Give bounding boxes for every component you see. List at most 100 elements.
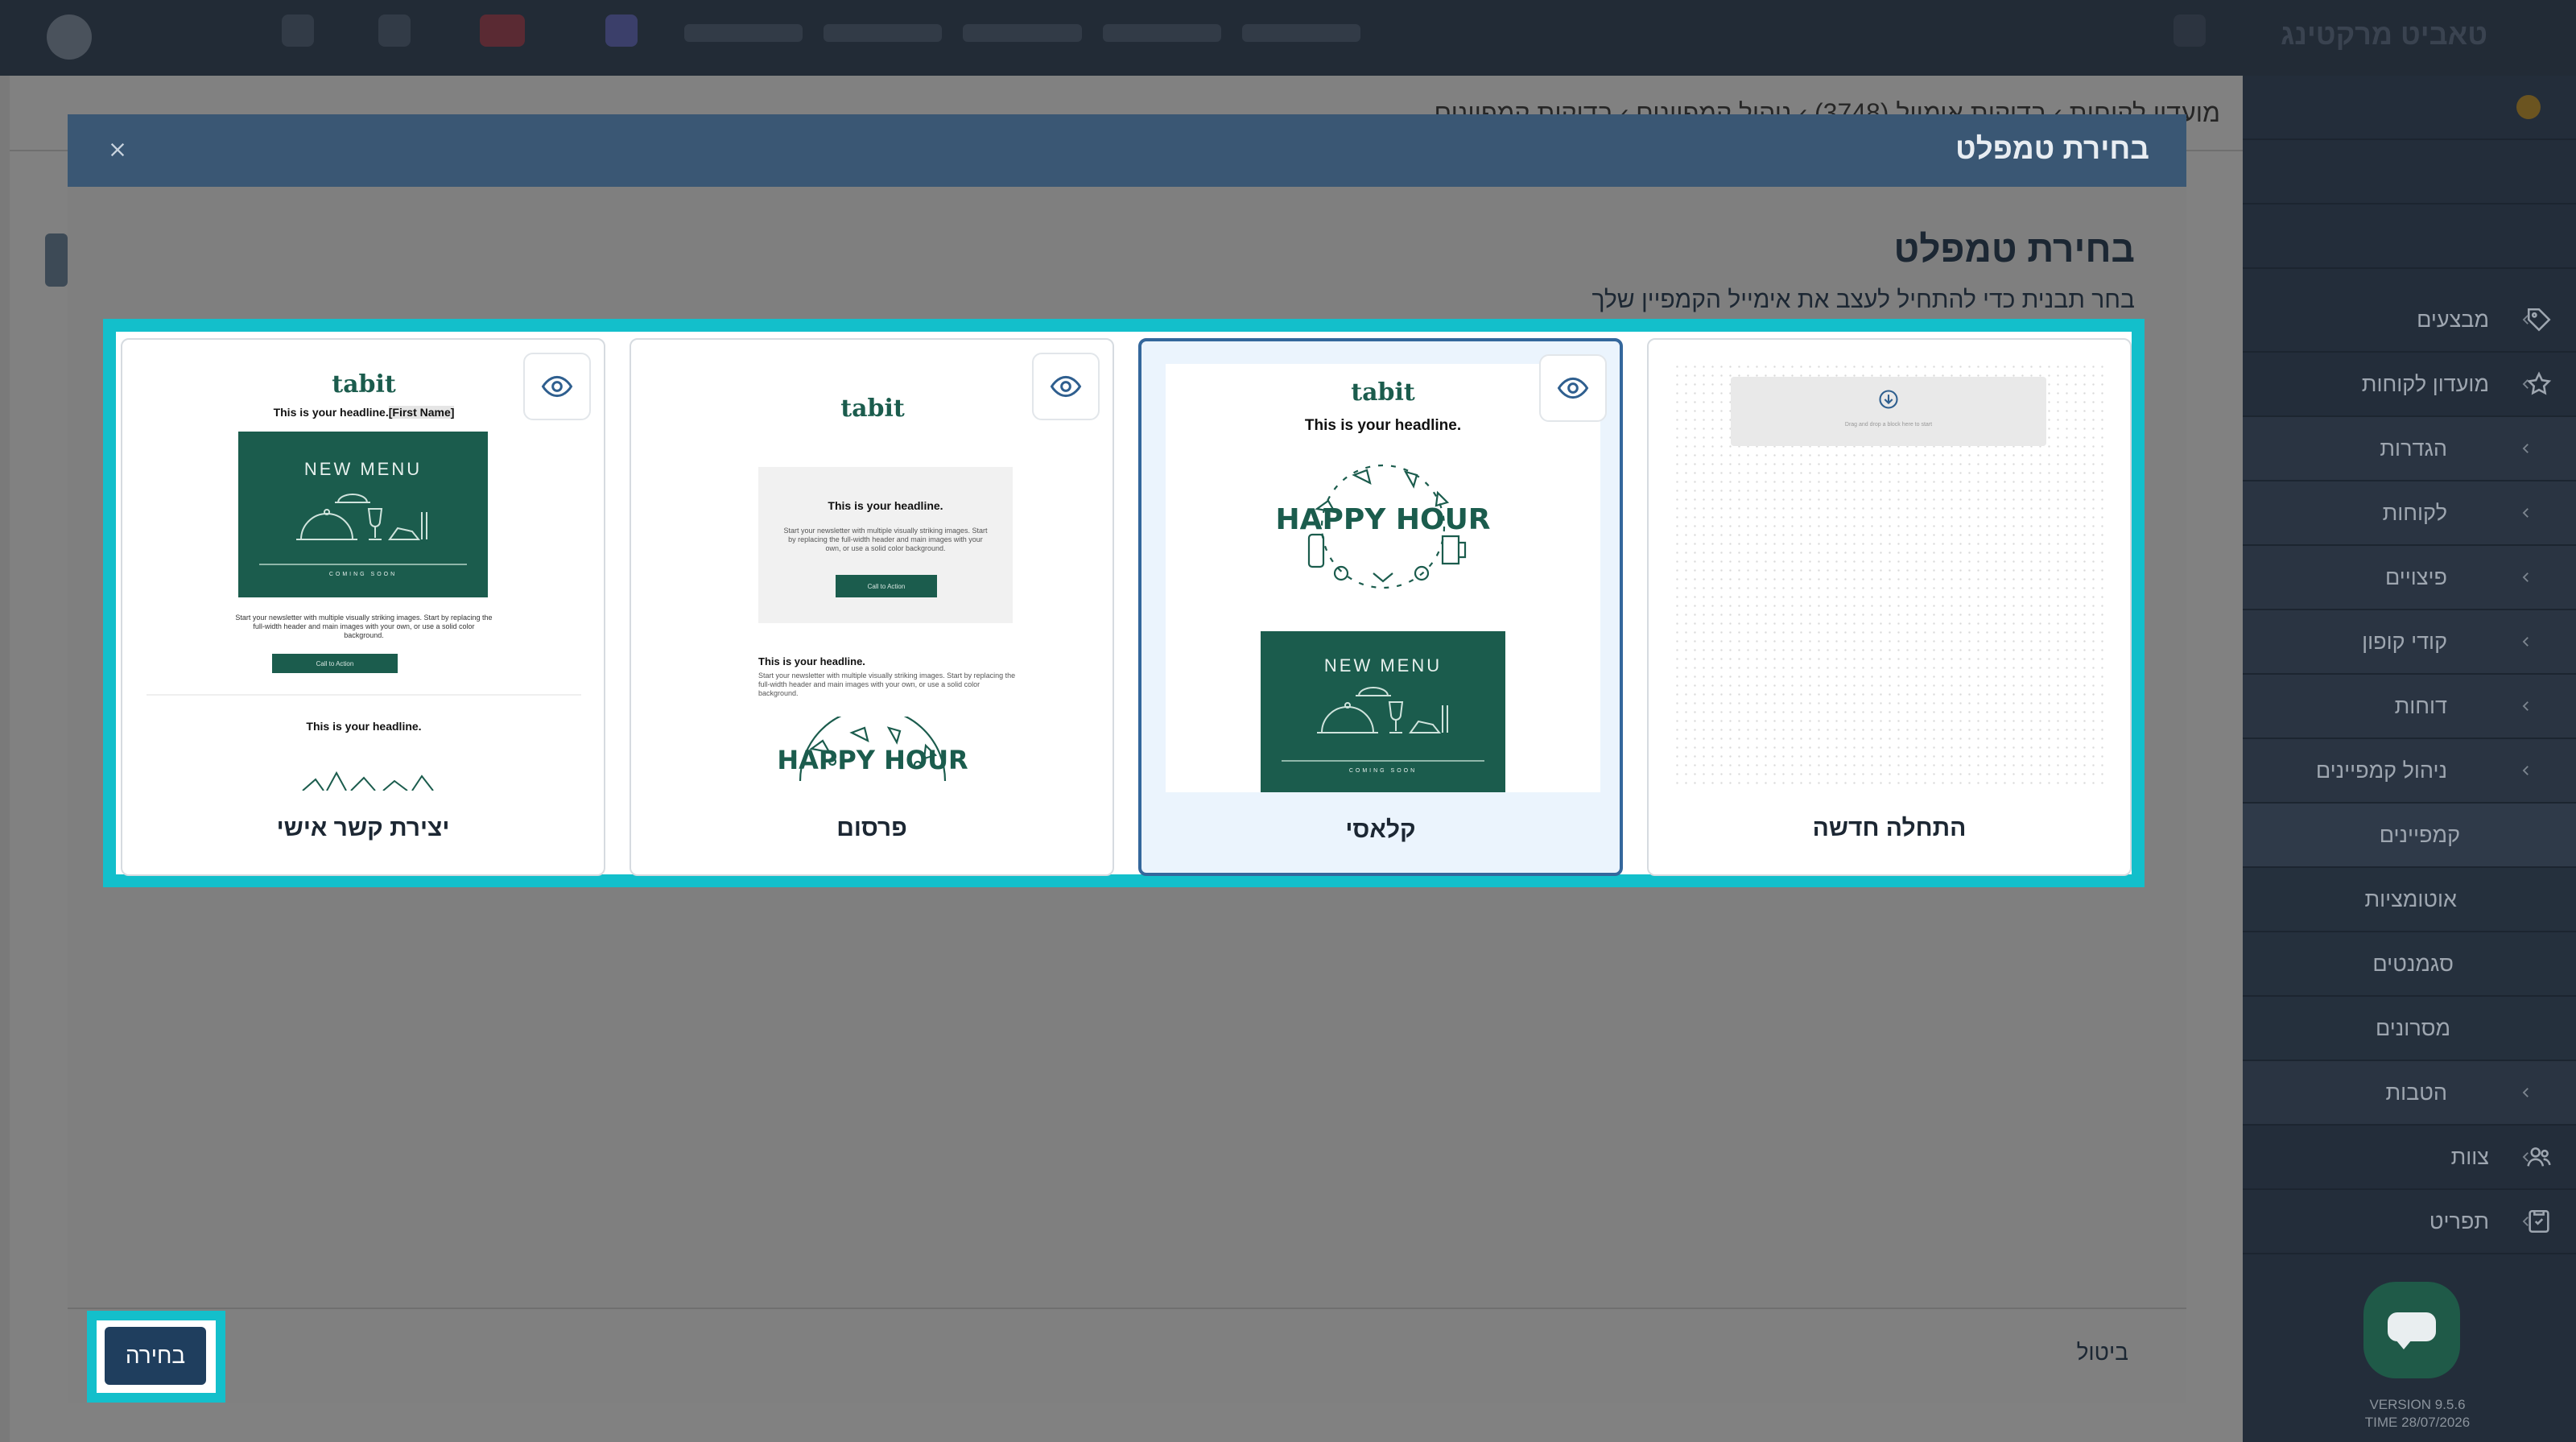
- template-merge-tag: [First Name]: [388, 406, 455, 419]
- template-card-label: יצירת קשר אישי: [276, 815, 450, 841]
- alert-icon[interactable]: [480, 14, 525, 47]
- sidebar-item-label: פיצויים: [2384, 564, 2447, 589]
- nav-item[interactable]: [1241, 24, 1360, 42]
- sidebar-item-label: קודי קופון: [2362, 629, 2447, 654]
- template-logo: tabit: [840, 395, 905, 423]
- sidebar-item-label: מועדון לקוחות: [2361, 371, 2489, 396]
- divider: [1282, 760, 1484, 762]
- template-cta: Call to Action: [836, 575, 937, 597]
- version-label: VERSION 9.5.6: [2369, 1397, 2466, 1412]
- nav-item[interactable]: [683, 24, 803, 42]
- sidebar-item-campaign-management[interactable]: ניהול קמפיינים: [2243, 739, 2576, 804]
- nav-item[interactable]: [824, 24, 943, 42]
- shop-icon[interactable]: [605, 14, 638, 47]
- sidebar-item-customers[interactable]: לקוחות: [2243, 481, 2576, 546]
- template-card-classic[interactable]: tabit This is your headline. HAPPY HOUR …: [1138, 338, 1623, 876]
- template-headline: This is your headline.: [758, 655, 865, 667]
- happy-hour-title: HAPPY HOUR: [1275, 503, 1491, 536]
- chevron-left-icon: [2516, 696, 2536, 716]
- chevron-left-icon: [2516, 1212, 2536, 1231]
- template-hero-block: This is your headline. Start your newsle…: [758, 467, 1013, 623]
- sidebar-item-loyalty-club[interactable]: מועדון לקוחות: [2243, 353, 2576, 417]
- sidebar-item-sms[interactable]: מסרונים: [2243, 997, 2576, 1061]
- top-bar: טאביט מרקטינג: [0, 0, 2576, 76]
- new-menu-image: NEW MENU COMING SOON: [1261, 631, 1505, 792]
- preview-button[interactable]: [523, 353, 591, 420]
- chevron-left-icon: [2516, 439, 2536, 458]
- preview-button[interactable]: [1032, 353, 1100, 420]
- coin-icon: [2516, 95, 2541, 119]
- sidebar-item-reports[interactable]: דוחות: [2243, 675, 2576, 739]
- close-button[interactable]: [103, 135, 132, 164]
- eye-icon: [1557, 377, 1589, 399]
- nav-item[interactable]: [963, 24, 1082, 42]
- happy-hour-title: HAPPY HOUR: [777, 745, 968, 775]
- sidebar-item-label: ניהול קמפיינים: [2315, 758, 2447, 783]
- happy-hour-illustration: [302, 771, 434, 791]
- template-card-blank[interactable]: Drag and drop a block here to start התחל…: [1647, 338, 2132, 876]
- sidebar-item-label: צוות: [2450, 1144, 2489, 1169]
- sidebar-item-label: אוטומציות: [2364, 886, 2457, 911]
- eye-icon: [541, 375, 573, 398]
- sidebar-item-compensations[interactable]: פיצויים: [2243, 546, 2576, 610]
- side-handle[interactable]: [45, 233, 68, 287]
- sidebar-item-coupon-codes[interactable]: קודי קופון: [2243, 610, 2576, 675]
- sidebar-item-faded[interactable]: [2243, 140, 2576, 205]
- template-card-advertising[interactable]: tabit This is your headline. Start your …: [630, 338, 1114, 876]
- template-preview: Drag and drop a block here to start: [1673, 362, 2107, 791]
- template-card-label: קלאסי: [1345, 816, 1416, 843]
- chevron-left-icon: [2516, 1083, 2536, 1102]
- template-headline: This is your headline.: [306, 720, 422, 733]
- sidebar: מבצעים מועדון לקוחות הגדרות לקוחות פיצוי…: [2243, 76, 2576, 1442]
- chevron-left-icon: [2516, 374, 2536, 394]
- template-body-text: Start your newsletter with multiple visu…: [783, 527, 988, 552]
- modal-header-title: בחירת טמפלט: [1955, 132, 2149, 165]
- chat-support-button[interactable]: [2363, 1282, 2460, 1378]
- sidebar-item-settings[interactable]: הגדרות: [2243, 417, 2576, 481]
- template-preview: tabit This is your headline. HAPPY HOUR …: [1166, 364, 1600, 792]
- sidebar-item-faded[interactable]: [2243, 76, 2576, 140]
- select-button[interactable]: בחירה: [105, 1327, 206, 1385]
- avatar[interactable]: [47, 14, 92, 60]
- chevron-left-icon: [2516, 310, 2536, 329]
- download-circle-icon: [1879, 390, 1898, 409]
- sidebar-item-label: תפריט: [2429, 1209, 2489, 1233]
- nav-item[interactable]: [1102, 24, 1221, 42]
- sidebar-item-team[interactable]: צוות: [2243, 1126, 2576, 1190]
- modal-title: בחירת טמפלט: [1893, 228, 2135, 270]
- chat-bubble-icon: [2388, 1312, 2436, 1349]
- coming-soon-label: COMING SOON: [328, 572, 398, 577]
- home-icon[interactable]: [282, 14, 314, 47]
- version-info: VERSION 9.5.6 TIME 28/07/2026: [2349, 1396, 2486, 1432]
- sidebar-item-label: לקוחות: [2382, 500, 2447, 525]
- template-card-label: התחלה חדשה: [1812, 815, 1967, 841]
- sidebar-item-automations[interactable]: אוטומציות: [2243, 868, 2576, 932]
- sidebar-item-label: סגמנטים: [2372, 951, 2454, 976]
- sidebar-item-label: הטבות: [2385, 1080, 2447, 1105]
- modal-subtitle: בחר תבנית כדי להתחיל לעצב את אימייל הקמפ…: [1591, 287, 2135, 313]
- chevron-left-icon: [2516, 632, 2536, 651]
- template-card-personal[interactable]: tabit This is your headline.[First Name]…: [121, 338, 605, 876]
- template-preview: tabit This is your headline.[First Name]…: [147, 362, 581, 791]
- notification-icon[interactable]: [2174, 14, 2206, 47]
- chevron-left-icon: [2516, 568, 2536, 587]
- sidebar-item-segments[interactable]: סגמנטים: [2243, 932, 2576, 997]
- close-icon: [110, 143, 125, 157]
- coming-soon-label: COMING SOON: [1348, 768, 1418, 774]
- drop-zone-text: Drag and drop a block here to start: [1844, 422, 1933, 428]
- chevron-left-icon: [2516, 503, 2536, 523]
- divider: [259, 564, 467, 565]
- sidebar-item-campaigns[interactable]: קמפיינים: [2243, 804, 2576, 868]
- sidebar-item-benefits[interactable]: הטבות: [2243, 1061, 2576, 1126]
- gift-icon[interactable]: [378, 14, 411, 47]
- template-cta: Call to Action: [272, 654, 398, 673]
- template-card-label: פרסום: [836, 815, 907, 841]
- sidebar-item-label: מסרונים: [2376, 1015, 2450, 1040]
- sidebar-item-promotions[interactable]: מבצעים: [2243, 288, 2576, 353]
- new-menu-title: NEW MENU: [303, 459, 423, 479]
- sidebar-item-menu[interactable]: תפריט: [2243, 1190, 2576, 1254]
- preview-button[interactable]: [1539, 354, 1607, 422]
- sidebar-item-faded[interactable]: [2243, 205, 2576, 269]
- template-picker-modal: בחירת טמפלט בחירת טמפלט בחר תבנית כדי לה…: [68, 114, 2186, 1403]
- cancel-button[interactable]: ביטול: [2077, 1340, 2128, 1366]
